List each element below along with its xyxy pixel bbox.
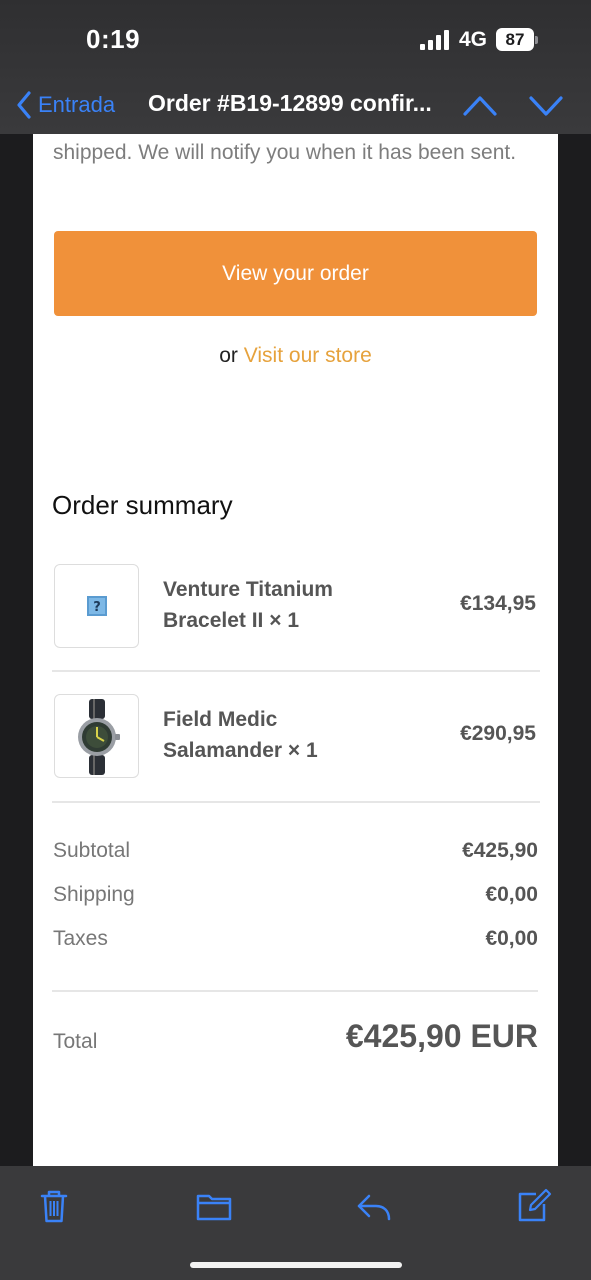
- chevron-left-icon: [17, 91, 31, 119]
- totals-label: Taxes: [53, 927, 108, 950]
- compose-icon[interactable]: [514, 1186, 554, 1226]
- nav-bar: Entrada Order #B19-12899 confir...: [0, 80, 591, 134]
- shipping-row: Shipping €0,00: [53, 883, 538, 913]
- battery-level: 87: [496, 28, 534, 51]
- intro-text: shipped. We will notify you when it has …: [53, 141, 517, 164]
- network-label: 4G: [459, 28, 488, 51]
- status-bar: 0:19 4G 87: [0, 0, 591, 80]
- order-item: Field Medic Salamander × 1 €290,95: [52, 672, 540, 802]
- totals-label: Shipping: [53, 883, 135, 906]
- chevron-down-icon[interactable]: [526, 90, 566, 120]
- taxes-row: Taxes €0,00: [53, 927, 538, 957]
- product-price: €134,95: [460, 592, 536, 615]
- grand-total-label: Total: [53, 1030, 98, 1053]
- product-thumbnail: [54, 694, 139, 778]
- grand-total-value: €425,90 EUR: [345, 1018, 538, 1054]
- visit-store-link[interactable]: Visit our store: [244, 344, 372, 367]
- home-indicator: [190, 1262, 402, 1268]
- battery-cap: [535, 36, 538, 44]
- product-name: Field Medic Salamander × 1: [163, 708, 318, 762]
- view-order-button[interactable]: View your order: [54, 231, 537, 316]
- folder-icon[interactable]: [194, 1186, 234, 1226]
- watch-icon: [78, 699, 120, 775]
- product-thumbnail: ?: [54, 564, 139, 648]
- subtotal-row: Subtotal €425,90: [53, 839, 538, 869]
- grand-total-row: Total €425,90 EUR: [53, 1018, 538, 1068]
- status-time: 0:19: [86, 24, 141, 54]
- or-text: or: [219, 344, 238, 367]
- svg-text:?: ?: [93, 600, 101, 615]
- product-name: Venture Titanium Bracelet II × 1: [163, 578, 333, 632]
- divider: [52, 990, 538, 992]
- totals-value: €425,90: [462, 839, 538, 862]
- order-item: ? Venture Titanium Bracelet II × 1 €134,…: [52, 542, 540, 672]
- image-placeholder-icon: ?: [87, 596, 107, 616]
- divider: [52, 801, 540, 803]
- totals-value: €0,00: [485, 883, 538, 906]
- signal-icon: [420, 30, 449, 50]
- back-label: Entrada: [38, 92, 116, 117]
- order-summary-title: Order summary: [52, 490, 233, 520]
- email-body: shipped. We will notify you when it has …: [33, 134, 558, 1166]
- store-row: or Visit our store: [33, 344, 558, 368]
- nav-title: Order #B19-12899 confir...: [148, 90, 432, 116]
- back-button[interactable]: Entrada: [16, 88, 115, 122]
- battery-icon: 87: [496, 28, 540, 51]
- chevron-up-icon[interactable]: [460, 90, 500, 120]
- top-chrome: 0:19 4G 87 Entrada Order #B19-12899 conf…: [0, 0, 591, 134]
- product-price: €290,95: [460, 722, 536, 745]
- reply-icon[interactable]: [354, 1186, 394, 1226]
- trash-icon[interactable]: [34, 1186, 74, 1226]
- totals-label: Subtotal: [53, 839, 131, 862]
- totals-value: €0,00: [485, 927, 538, 950]
